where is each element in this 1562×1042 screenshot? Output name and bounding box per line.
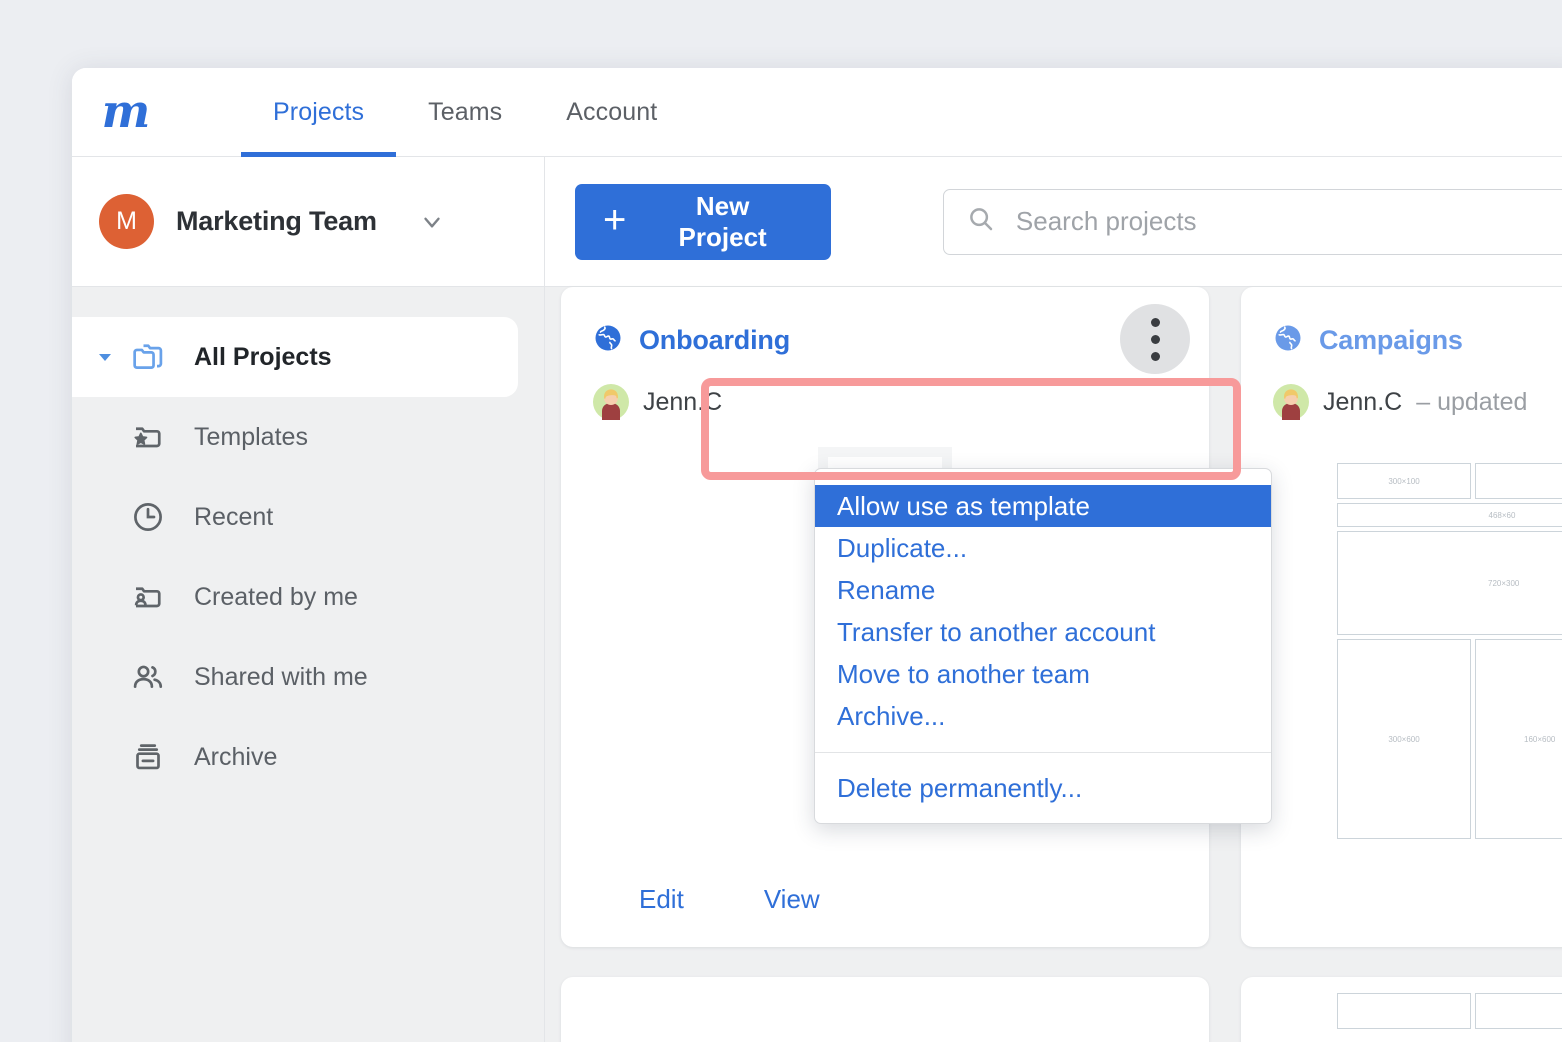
menu-item-label: Transfer to another account: [837, 617, 1155, 648]
menu-item-duplicate[interactable]: Duplicate...: [815, 527, 1271, 569]
sidebar-item-shared-with-me-label: Shared with me: [194, 663, 368, 692]
menu-item-delete-permanently[interactable]: Delete permanently...: [815, 767, 1271, 809]
menu-item-label: Duplicate...: [837, 533, 967, 564]
avatar: [1273, 384, 1309, 420]
view-link[interactable]: View: [764, 884, 820, 915]
wireframe-row-1: 300×100: [1337, 463, 1562, 499]
person-folder-icon: [124, 579, 172, 615]
team-avatar-initial: M: [116, 207, 137, 236]
team-name: Marketing Team: [176, 206, 377, 237]
sidebar-item-templates-label: Templates: [194, 423, 308, 452]
card-meta-row: Jenn.C – updated: [1241, 358, 1562, 420]
menu-item-transfer-to-another-account[interactable]: Transfer to another account: [815, 611, 1271, 653]
sidebar-item-templates[interactable]: Templates: [72, 397, 544, 477]
sidebar-item-recent-label: Recent: [194, 503, 273, 532]
clock-icon: [124, 499, 172, 535]
wireframe-box: 720×300: [1337, 531, 1562, 635]
dot-2: [1151, 335, 1160, 344]
card-title-label: Campaigns: [1319, 325, 1463, 356]
wireframe-box: 160×600: [1475, 639, 1562, 839]
menu-item-label: Move to another team: [837, 659, 1090, 690]
wireframe-preview: 300×100 468×60 720×300 300×600: [1337, 463, 1562, 843]
card-author: Jenn.C: [643, 388, 722, 417]
top-navigation-bar: m Projects Teams Account: [72, 68, 1562, 157]
tab-account-label: Account: [566, 98, 657, 127]
card-title-row: Onboarding: [561, 287, 1209, 358]
kebab-menu-icon[interactable]: [1120, 304, 1190, 374]
globe-icon: [1273, 323, 1303, 358]
caret-down-icon[interactable]: [92, 349, 118, 365]
sidebar-item-all-projects[interactable]: All Projects: [72, 317, 518, 397]
search-icon: [966, 204, 996, 239]
sidebar-item-all-projects-label: All Projects: [194, 343, 332, 372]
left-column: M Marketing Team: [72, 157, 545, 1042]
people-icon: [124, 659, 172, 695]
tab-projects[interactable]: Projects: [241, 68, 396, 157]
sidebar-item-shared-with-me[interactable]: Shared with me: [72, 637, 544, 717]
wireframe-box: 468×60: [1337, 503, 1562, 527]
card-author: Jenn.C: [1323, 388, 1402, 417]
nav-tabs: Projects Teams Account: [241, 68, 689, 157]
wireframe-box: 300×100: [1337, 463, 1471, 499]
tab-projects-label: Projects: [273, 98, 364, 127]
search-projects-input[interactable]: Search projects: [943, 189, 1562, 255]
project-card-row2-left[interactable]: [561, 977, 1209, 1042]
wireframe-box-blank: [1337, 993, 1471, 1029]
wireframe-preview-2: [1337, 993, 1562, 1033]
dot-3: [1151, 352, 1160, 361]
new-project-label: New Project: [648, 191, 797, 253]
moqups-logo[interactable]: m: [96, 85, 156, 137]
tab-teams[interactable]: Teams: [396, 68, 534, 157]
sidebar-item-created-by-me-label: Created by me: [194, 583, 358, 612]
project-card-row2-right[interactable]: [1241, 977, 1562, 1042]
star-folder-icon: [124, 419, 172, 455]
avatar: [593, 384, 629, 420]
globe-icon: [593, 323, 623, 358]
screen: m Projects Teams Account M: [0, 0, 1562, 1042]
new-project-button[interactable]: + New Project: [575, 184, 831, 260]
menu-item-allow-use-as-template[interactable]: Allow use as template: [815, 485, 1271, 527]
wireframe-row-3: 720×300: [1337, 531, 1562, 635]
wireframe-row-4: 300×600 160×600: [1337, 639, 1562, 839]
project-card-campaigns[interactable]: Campaigns Jenn.C: [1241, 287, 1562, 947]
edit-link[interactable]: Edit: [639, 884, 684, 915]
projects-toolbar: + New Project Search projects: [545, 157, 1562, 287]
menu-item-rename[interactable]: Rename: [815, 569, 1271, 611]
sidebar-item-recent[interactable]: Recent: [72, 477, 544, 557]
card-meta-suffix: – updated: [1416, 388, 1527, 417]
wireframe-row-1: [1337, 993, 1562, 1029]
archive-box-icon: [124, 739, 172, 775]
wireframe-box: 300×600: [1337, 639, 1471, 839]
team-selector[interactable]: M Marketing Team: [72, 157, 545, 287]
menu-item-move-to-another-team[interactable]: Move to another team: [815, 653, 1271, 695]
wireframe-row-2: 468×60: [1337, 503, 1562, 527]
menu-item-label: Allow use as template: [837, 491, 1090, 522]
app-window: m Projects Teams Account M: [72, 68, 1562, 1042]
dot-1: [1151, 318, 1160, 327]
sidebar-nav: All Projects Templates: [72, 287, 545, 1042]
menu-item-label: Rename: [837, 575, 935, 606]
search-placeholder: Search projects: [1016, 206, 1197, 237]
card-title-label: Onboarding: [639, 325, 790, 356]
card-meta-row: Jenn.C: [561, 358, 1209, 420]
wireframe-box-blank: [1475, 463, 1562, 499]
sidebar-item-archive[interactable]: Archive: [72, 717, 544, 797]
card-actions: Edit View: [561, 851, 820, 947]
sidebar-item-archive-label: Archive: [194, 743, 277, 772]
team-avatar: M: [99, 194, 154, 249]
folders-icon: [124, 339, 172, 375]
menu-item-label: Archive...: [837, 701, 945, 732]
card-title-row: Campaigns: [1241, 287, 1562, 358]
menu-item-label: Delete permanently...: [837, 773, 1082, 804]
wireframe-box-blank: [1475, 993, 1562, 1029]
sidebar-item-created-by-me[interactable]: Created by me: [72, 557, 544, 637]
chevron-down-icon[interactable]: [419, 209, 445, 235]
menu-item-archive[interactable]: Archive...: [815, 695, 1271, 737]
project-context-menu: Allow use as template Duplicate... Renam…: [814, 468, 1272, 824]
tab-teams-label: Teams: [428, 98, 502, 127]
tab-account[interactable]: Account: [534, 68, 689, 157]
menu-separator: [815, 752, 1271, 753]
plus-icon: +: [603, 200, 626, 240]
